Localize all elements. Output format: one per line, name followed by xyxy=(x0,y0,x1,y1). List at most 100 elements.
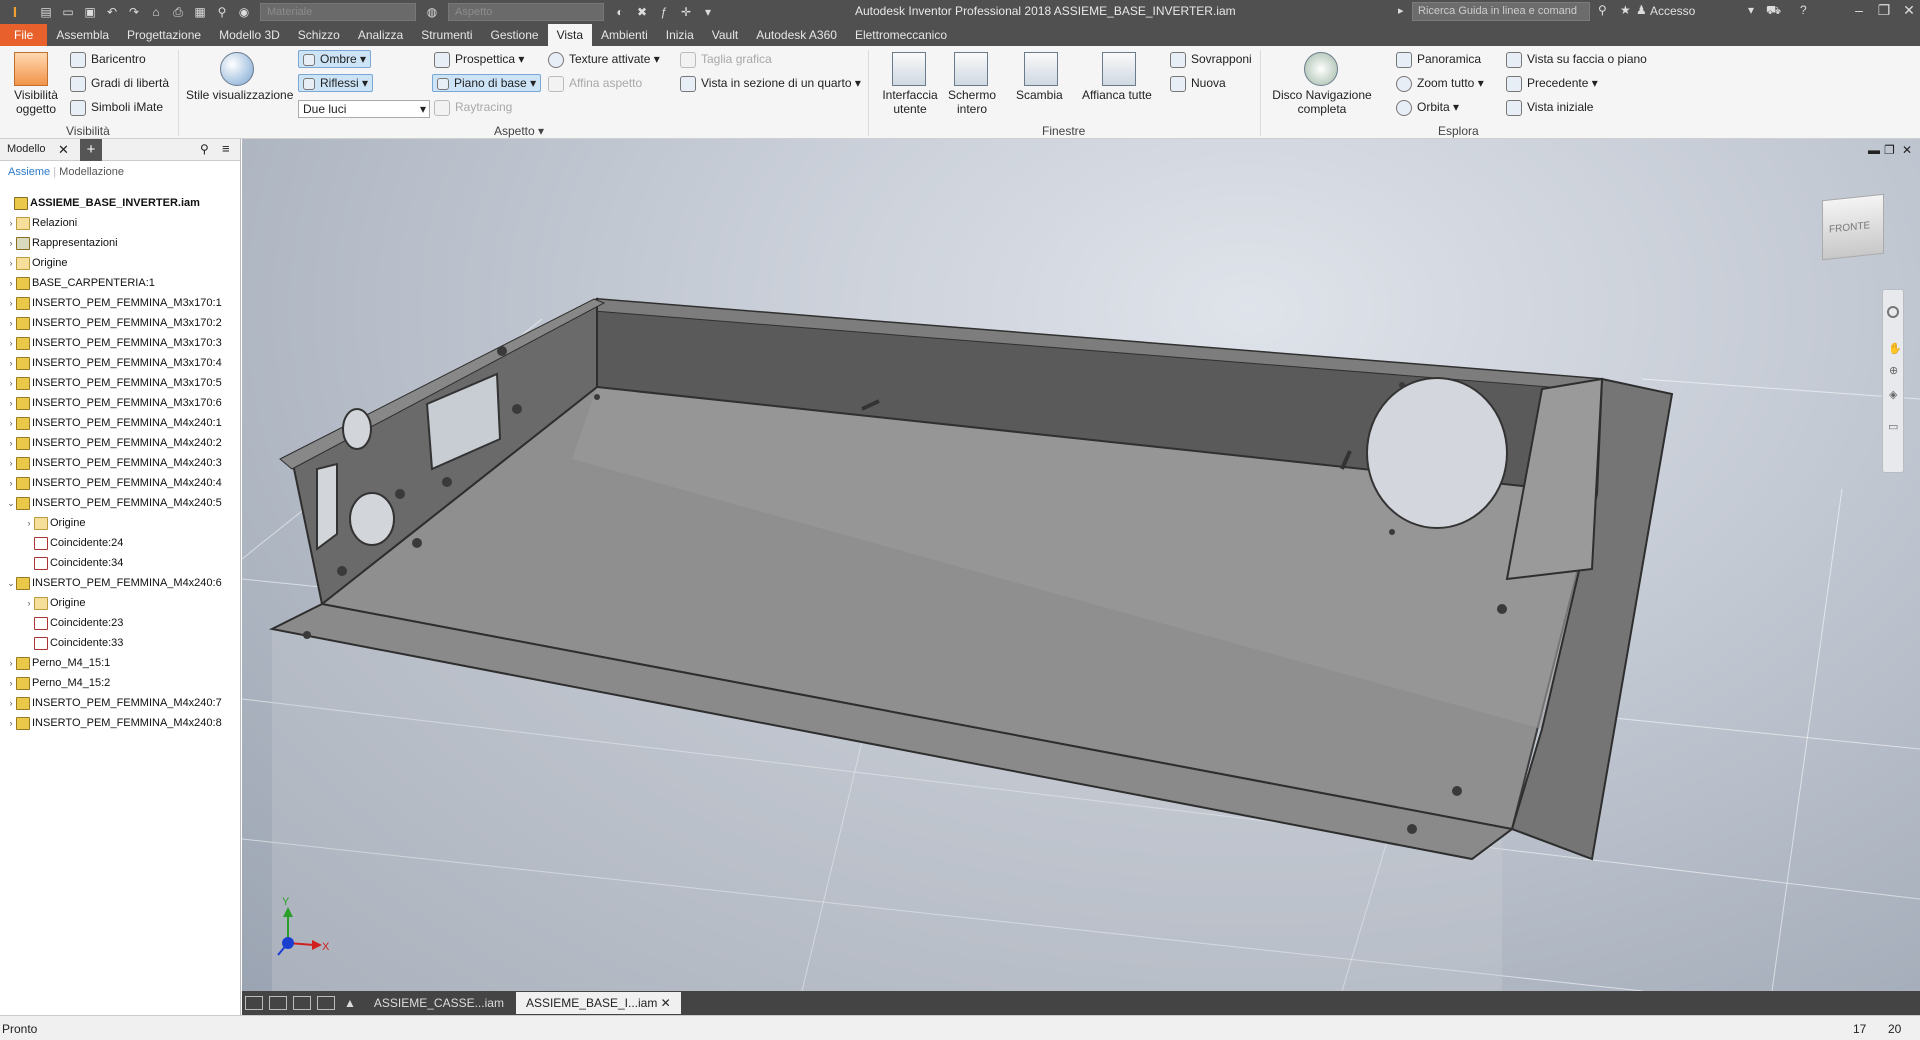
shadows-button[interactable]: Ombre ▾ xyxy=(298,50,372,68)
tab-gestione[interactable]: Gestione xyxy=(482,24,548,46)
redo-icon[interactable]: ↷ xyxy=(124,3,144,21)
expand-toggle-icon[interactable]: › xyxy=(6,258,16,268)
tree-node[interactable]: › Origine xyxy=(0,513,240,533)
open-documents-icon[interactable]: ▲ xyxy=(344,996,356,1010)
search-icon[interactable]: ⚲ xyxy=(1598,3,1607,17)
tree-node[interactable]: › BASE_CARPENTERIA:1 xyxy=(0,273,240,293)
tile-all-button[interactable]: Affianca tutte xyxy=(1082,88,1152,102)
look-at-icon[interactable]: ▭ xyxy=(1888,420,1898,433)
tab-ambienti[interactable]: Ambienti xyxy=(592,24,657,46)
arrange-horizontal-icon[interactable] xyxy=(293,996,311,1010)
orbit-button[interactable]: Orbita ▾ xyxy=(1396,100,1459,116)
expand-toggle-icon[interactable]: › xyxy=(6,478,16,488)
viewport-close-button[interactable]: ✕ xyxy=(1902,143,1912,157)
full-screen-icon[interactable] xyxy=(954,52,988,86)
orbit-icon[interactable]: ◈ xyxy=(1889,388,1897,401)
home-icon[interactable]: ⌂ xyxy=(146,3,166,21)
center-of-gravity-button[interactable]: Baricentro xyxy=(70,52,146,68)
tree-node[interactable]: › INSERTO_PEM_FEMMINA_M3x170:5 xyxy=(0,373,240,393)
tree-node[interactable]: › INSERTO_PEM_FEMMINA_M4x240:2 xyxy=(0,433,240,453)
expand-toggle-icon[interactable]: › xyxy=(6,278,16,288)
minimize-button[interactable]: – xyxy=(1845,2,1873,22)
tree-node[interactable]: Coincidente:23 xyxy=(0,613,240,633)
viewcube[interactable]: FRONTE xyxy=(1822,193,1884,261)
close-icon[interactable]: ✕ xyxy=(58,142,69,158)
select-icon[interactable]: ▦ xyxy=(190,3,210,21)
tree-node[interactable]: Coincidente:33 xyxy=(0,633,240,653)
tree-node[interactable]: › INSERTO_PEM_FEMMINA_M3x170:4 xyxy=(0,353,240,373)
section-cut-button[interactable]: Taglia grafica xyxy=(680,52,772,68)
navigation-wheel-button[interactable]: Disco Navigazione completa xyxy=(1270,88,1374,116)
viewport-minimize-button[interactable]: ▬ xyxy=(1868,143,1880,157)
open-folder-icon[interactable]: ▭ xyxy=(58,3,78,21)
switch-window-button[interactable]: Scambia xyxy=(1016,88,1063,102)
new-file-icon[interactable]: ▤ xyxy=(36,3,56,21)
refine-appearance-button[interactable]: Affina aspetto xyxy=(548,76,642,92)
expand-search-icon[interactable]: ▸ xyxy=(1398,4,1404,17)
help-icon[interactable]: ? xyxy=(1800,3,1807,17)
viewport-restore-button[interactable]: ❐ xyxy=(1884,143,1895,157)
expand-toggle-icon[interactable]: › xyxy=(6,358,16,368)
expand-toggle-icon[interactable]: › xyxy=(6,338,16,348)
expand-toggle-icon[interactable]: › xyxy=(6,298,16,308)
tab-progettazione[interactable]: Progettazione xyxy=(118,24,210,46)
user-interface-icon[interactable] xyxy=(892,52,926,86)
tree-node[interactable]: › Perno_M4_15:2 xyxy=(0,673,240,693)
tree-node[interactable]: › Perno_M4_15:1 xyxy=(0,653,240,673)
tree-node[interactable]: ⌄ INSERTO_PEM_FEMMINA_M4x240:5 xyxy=(0,493,240,513)
tree-node[interactable]: › INSERTO_PEM_FEMMINA_M4x240:1 xyxy=(0,413,240,433)
lighting-dropdown[interactable]: Due luci ▾ xyxy=(298,100,430,118)
tree-node[interactable]: › INSERTO_PEM_FEMMINA_M4x240:3 xyxy=(0,453,240,473)
expand-toggle-icon[interactable]: › xyxy=(6,238,16,248)
tab-inizia[interactable]: Inizia xyxy=(657,24,703,46)
tab-analizza[interactable]: Analizza xyxy=(349,24,412,46)
expand-toggle-icon[interactable]: ⌄ xyxy=(6,498,16,509)
tab-file[interactable]: File xyxy=(0,24,48,46)
previous-view-button[interactable]: Precedente ▾ xyxy=(1506,76,1598,92)
expand-toggle-icon[interactable]: › xyxy=(6,438,16,448)
expand-toggle-icon[interactable]: › xyxy=(6,398,16,408)
imate-symbols-button[interactable]: Simboli iMate xyxy=(70,100,163,116)
tab-vista[interactable]: Vista xyxy=(547,24,593,46)
rebuild-icon[interactable]: ◉ xyxy=(234,3,254,21)
cascade-windows-icon[interactable] xyxy=(245,996,263,1010)
expand-toggle-icon[interactable]: › xyxy=(6,718,16,728)
tab-autodesk-a360[interactable]: Autodesk A360 xyxy=(747,24,846,46)
look-at-button[interactable]: Vista su faccia o piano xyxy=(1506,52,1647,68)
expand-toggle-icon[interactable]: › xyxy=(6,378,16,388)
tab-elettromeccanico[interactable]: Elettromeccanico xyxy=(846,24,956,46)
tab-assembla[interactable]: Assembla xyxy=(47,24,118,46)
mode-assembly[interactable]: Assieme xyxy=(8,166,50,178)
navigation-wheel-icon[interactable] xyxy=(1304,52,1338,86)
switch-window-icon[interactable] xyxy=(1024,52,1058,86)
expand-toggle-icon[interactable]: › xyxy=(6,318,16,328)
print-icon[interactable]: ⎙ xyxy=(168,3,188,21)
user-icon[interactable]: ♟ xyxy=(1636,3,1647,17)
raytracing-button[interactable]: Raytracing xyxy=(434,100,512,116)
ground-plane-button[interactable]: Piano di base ▾ xyxy=(432,74,542,92)
inventor-logo[interactable]: I xyxy=(4,1,26,23)
tree-node[interactable]: › INSERTO_PEM_FEMMINA_M3x170:1 xyxy=(0,293,240,313)
tree-node[interactable]: › Origine xyxy=(0,593,240,613)
browser-tab-model[interactable]: Modello xyxy=(7,143,46,155)
material-dropdown[interactable]: Materiale xyxy=(260,3,416,21)
arrange-vertical-icon[interactable] xyxy=(317,996,335,1010)
perspective-button[interactable]: Prospettica ▾ xyxy=(434,52,524,68)
clear-appearance-icon[interactable]: ✖ xyxy=(632,3,652,21)
close-tab-icon[interactable]: ✕ xyxy=(661,996,671,1010)
expand-toggle-icon[interactable]: › xyxy=(6,418,16,428)
tab-modello-3d[interactable]: Modello 3D xyxy=(210,24,289,46)
object-visibility-button[interactable]: Visibilità oggetto xyxy=(10,88,62,116)
tree-node[interactable]: Coincidente:34 xyxy=(0,553,240,573)
user-interface-button[interactable]: Interfaccia utente xyxy=(880,88,940,116)
full-screen-button[interactable]: Schermo intero xyxy=(944,88,1000,116)
favorites-icon[interactable]: ★ xyxy=(1620,3,1631,17)
tree-node[interactable]: ⌄ INSERTO_PEM_FEMMINA_M4x240:6 xyxy=(0,573,240,593)
doc-tab-active[interactable]: ASSIEME_BASE_I...iam ✕ xyxy=(515,992,681,1014)
cascade-button[interactable]: Sovrapponi xyxy=(1170,52,1252,68)
tree-node[interactable]: › INSERTO_PEM_FEMMINA_M4x240:8 xyxy=(0,713,240,733)
tree-node[interactable]: › INSERTO_PEM_FEMMINA_M4x240:7 xyxy=(0,693,240,713)
object-visibility-icon[interactable] xyxy=(14,52,48,86)
tree-node[interactable]: Coincidente:24 xyxy=(0,533,240,553)
expand-toggle-icon[interactable]: › xyxy=(24,518,34,528)
